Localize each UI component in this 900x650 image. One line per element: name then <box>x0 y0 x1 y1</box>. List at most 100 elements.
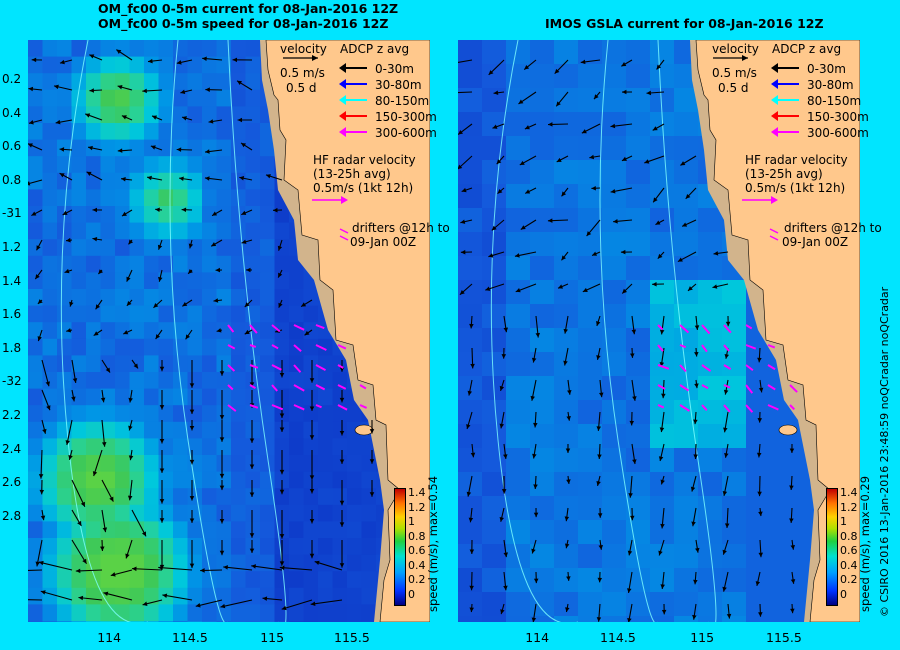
speed-cell <box>71 139 87 157</box>
speed-cell <box>86 355 101 373</box>
speed-cell <box>28 255 43 273</box>
adcp-arrow-swatch <box>343 99 367 101</box>
speed-cell <box>602 184 627 209</box>
speed-cell <box>187 156 203 174</box>
speed-cell <box>530 88 555 113</box>
speed-cell <box>129 372 145 390</box>
latitude-tick: 2.2 <box>2 408 22 422</box>
speed-cell <box>289 421 304 439</box>
speed-cell <box>698 496 723 521</box>
adcp-arrow-head <box>339 95 346 105</box>
speed-cell <box>216 455 232 473</box>
speed-cell <box>347 571 362 589</box>
speed-cell <box>602 520 627 545</box>
speed-cell <box>578 208 603 233</box>
speed-cell <box>245 355 261 373</box>
speed-cell <box>173 355 188 373</box>
speed-cell <box>482 496 507 521</box>
latitude-tick: 2.8 <box>2 508 22 523</box>
speed-cell <box>506 184 531 209</box>
legend-adcp-title-right: ADCP z avg <box>772 42 842 56</box>
speed-cell <box>231 504 246 522</box>
speed-cell <box>245 40 261 58</box>
speed-cell <box>578 376 603 401</box>
speed-cell <box>274 289 290 307</box>
speed-cell <box>274 272 290 290</box>
adcp-arrow-swatch <box>343 67 367 69</box>
speed-cell <box>57 189 72 207</box>
speed-cell <box>173 471 188 489</box>
speed-cell <box>274 222 290 240</box>
speed-cell <box>626 304 651 329</box>
longitude-tick: 114 <box>97 630 122 645</box>
speed-cell <box>578 448 603 473</box>
speed-cell <box>187 222 203 240</box>
speed-cell <box>303 621 319 622</box>
colorbar-tick: 0.6 <box>408 544 426 557</box>
speed-cell <box>86 272 101 290</box>
speed-cell <box>86 538 101 556</box>
latitude-tick: 0.6 <box>2 139 22 154</box>
latitude-tick: 2.4 <box>2 441 22 456</box>
speed-cell <box>231 521 246 539</box>
right-title-current: IMOS GSLA current for 08-Jan-2016 12Z <box>545 16 824 31</box>
speed-cell <box>144 56 159 74</box>
speed-cell <box>303 305 319 323</box>
speed-cell <box>202 172 217 190</box>
speed-cell <box>626 256 651 281</box>
speed-cell <box>187 206 203 224</box>
speed-cell <box>530 64 555 89</box>
speed-cell <box>361 538 377 556</box>
speed-cell <box>71 322 87 340</box>
speed-cell <box>100 56 116 74</box>
speed-cell <box>245 455 261 473</box>
speed-cell <box>100 322 116 340</box>
speed-cell <box>216 388 232 406</box>
speed-cell <box>71 338 87 356</box>
speed-cell <box>626 64 651 89</box>
speed-cell <box>458 256 483 281</box>
speed-cell <box>42 222 58 240</box>
speed-cell <box>42 587 58 605</box>
speed-cell <box>42 538 58 556</box>
speed-cell <box>458 136 483 161</box>
speed-cell <box>144 156 159 174</box>
colorbar-tick: 0.4 <box>408 558 426 572</box>
speed-cell <box>332 438 348 456</box>
speed-cell <box>71 305 87 323</box>
speed-cell <box>216 571 232 589</box>
speed-cell <box>28 322 43 340</box>
speed-cell <box>361 488 377 506</box>
adcp-arrow-swatch <box>775 99 799 101</box>
longitude-tick: 115 <box>260 630 285 645</box>
speed-cell <box>722 376 747 401</box>
legend-hf-scale-right: 0.5m/s (1kt 12h) <box>745 181 846 195</box>
speed-cell <box>144 438 159 456</box>
speed-cell <box>458 184 483 209</box>
speed-cell <box>202 239 217 257</box>
speed-cell <box>187 56 203 74</box>
speed-cell <box>187 405 203 423</box>
speed-cell <box>245 438 261 456</box>
speed-cell <box>57 405 72 423</box>
speed-cell <box>650 496 675 521</box>
speed-cell <box>187 571 203 589</box>
speed-cell <box>318 421 333 439</box>
speed-cell <box>626 448 651 473</box>
speed-cell <box>100 156 116 174</box>
speed-cell <box>187 587 203 605</box>
speed-cell <box>144 172 159 190</box>
speed-cell <box>260 421 275 439</box>
speed-cell <box>698 520 723 545</box>
speed-cell <box>746 616 771 622</box>
speed-cell <box>303 338 319 356</box>
speed-cell <box>202 504 217 522</box>
speed-cell <box>303 571 319 589</box>
speed-cell <box>554 256 579 281</box>
speed-cell <box>115 521 130 539</box>
speed-cell <box>158 89 174 107</box>
legend-velocity-label: velocity <box>280 42 327 56</box>
speed-cell <box>245 172 261 190</box>
legend-hf-scale: 0.5m/s (1kt 12h) <box>313 181 414 195</box>
speed-cell <box>332 604 348 622</box>
